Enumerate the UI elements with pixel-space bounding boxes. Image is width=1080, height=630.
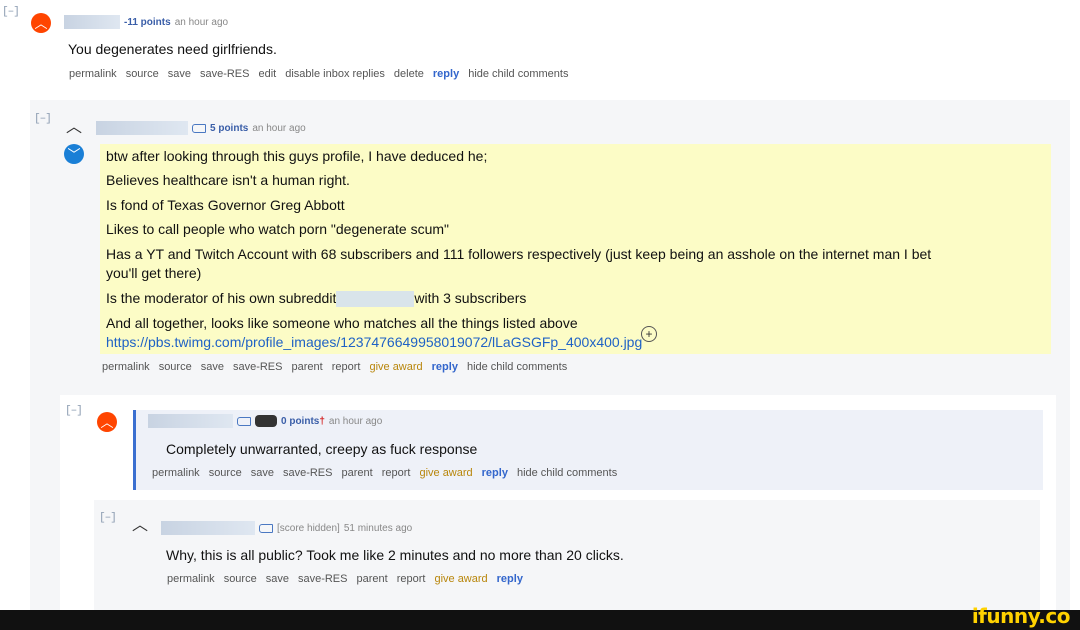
comment-score: [score hidden]	[277, 522, 340, 534]
comment-line: Is the moderator of his own subreddit wit…	[106, 286, 526, 310]
comment-score: -11 points	[124, 16, 171, 28]
collapse-toggle[interactable]: [–]	[65, 405, 83, 417]
comment-tagline: 0 points† an hour ago	[148, 414, 382, 428]
comment-tagline: -11 points an hour ago	[64, 15, 228, 29]
comment-score: 0 points†	[281, 415, 325, 427]
mod-line-suffix: with 3 subscribers	[414, 290, 527, 306]
comment-body: Why, this is all public? Took me like 2 …	[166, 547, 624, 563]
save-res-link[interactable]: save-RES	[298, 573, 348, 585]
hide-child-comments-link[interactable]: hide child comments	[468, 68, 568, 80]
permalink-link[interactable]: permalink	[167, 573, 215, 585]
comment-actions: permalink source save save-RES parent report g…	[102, 361, 567, 373]
comment-time: an hour ago	[252, 122, 306, 134]
comment-actions: permalink source save save-RES parent report g…	[167, 573, 523, 585]
source-link[interactable]: source	[159, 361, 192, 373]
report-link[interactable]: report	[332, 361, 361, 373]
comment-line: Has a YT and Twitch Account with 68 subs…	[106, 246, 932, 262]
comment-tagline: [score hidden] 51 minutes ago	[161, 521, 412, 535]
collapse-toggle[interactable]: [–]	[34, 113, 52, 125]
collapse-toggle[interactable]: [–]	[2, 6, 20, 18]
upvote-button[interactable]: ︿	[31, 13, 51, 33]
save-link[interactable]: save	[168, 68, 191, 80]
comment-line: you'll get there)	[106, 265, 202, 281]
parent-link[interactable]: parent	[342, 467, 373, 479]
downvote-button[interactable]: ﹀	[64, 144, 84, 164]
upvote-arrow-icon[interactable]: ︿	[66, 120, 82, 136]
parent-link[interactable]: parent	[357, 573, 388, 585]
redacted-subreddit	[336, 291, 415, 308]
save-link[interactable]: save	[251, 467, 274, 479]
username-redacted[interactable]	[96, 121, 188, 135]
comment-body: Completely unwarranted, creepy as fuck r…	[166, 441, 478, 457]
report-link[interactable]: report	[382, 467, 411, 479]
permalink-link[interactable]: permalink	[69, 68, 117, 80]
comment-time: 51 minutes ago	[343, 522, 413, 534]
comment-body: You degenerates need girlfriends.	[68, 41, 277, 57]
comment-actions: permalink source save save-RES edit disable i…	[69, 68, 568, 80]
report-link[interactable]: report	[397, 573, 426, 585]
delete-link[interactable]: delete	[394, 68, 424, 80]
expand-image-icon[interactable]: +	[641, 326, 657, 342]
reply-link[interactable]: reply	[482, 467, 508, 479]
save-res-link[interactable]: save-RES	[283, 467, 333, 479]
collapse-toggle[interactable]: [–]	[99, 512, 117, 524]
save-res-link[interactable]: save-RES	[200, 68, 250, 80]
watermark-bar	[0, 610, 1080, 630]
reply-link[interactable]: reply	[497, 573, 523, 585]
image-link[interactable]: https://pbs.twimg.com/profile_images/123…	[106, 330, 642, 354]
comment-time: an hour ago	[174, 16, 229, 28]
upvote-arrow-icon: ︿	[100, 414, 114, 430]
user-flair-icon	[255, 415, 277, 427]
mod-line-prefix: Is the moderator of his own subreddit	[106, 290, 337, 306]
downvote-arrow-icon: ﹀	[67, 146, 81, 162]
parent-link[interactable]: parent	[292, 361, 323, 373]
source-link[interactable]: source	[224, 573, 257, 585]
permalink-link[interactable]: permalink	[102, 361, 150, 373]
give-award-link[interactable]: give award	[369, 361, 422, 373]
edit-link[interactable]: edit	[259, 68, 277, 80]
disable-inbox-replies-link[interactable]: disable inbox replies	[285, 68, 385, 80]
hide-child-comments-link[interactable]: hide child comments	[517, 467, 617, 479]
username-redacted[interactable]	[161, 521, 255, 535]
ifunny-watermark: ifunny.co	[971, 604, 1071, 628]
give-award-link[interactable]: give award	[419, 467, 472, 479]
upvote-arrow-icon[interactable]: ︿	[132, 518, 148, 534]
comment-tagline: 5 points an hour ago	[96, 121, 306, 135]
hide-child-comments-link[interactable]: hide child comments	[467, 361, 567, 373]
comment-time: an hour ago	[328, 415, 383, 427]
comment-line: Is fond of Texas Governor Greg Abbott	[106, 197, 345, 213]
user-tag-icon[interactable]	[259, 523, 273, 533]
give-award-link[interactable]: give award	[434, 573, 487, 585]
user-tag-icon[interactable]	[192, 123, 206, 133]
comment-line: Likes to call people who watch porn "deg…	[106, 221, 450, 237]
comment-line: Believes healthcare isn't a human right.	[106, 172, 350, 188]
reply-link[interactable]: reply	[432, 361, 458, 373]
permalink-link[interactable]: permalink	[152, 467, 200, 479]
comment-score: 5 points	[210, 122, 249, 134]
source-link[interactable]: source	[126, 68, 159, 80]
save-link[interactable]: save	[266, 573, 289, 585]
comment-line: btw after looking through this guys prof…	[106, 148, 488, 164]
upvote-arrow-icon: ︿	[34, 15, 48, 31]
reply-link[interactable]: reply	[433, 68, 459, 80]
comment-actions: permalink source save save-RES parent report g…	[152, 467, 617, 479]
source-link[interactable]: source	[209, 467, 242, 479]
upvote-button[interactable]: ︿	[97, 412, 117, 432]
user-tag-icon[interactable]	[237, 416, 251, 426]
username-redacted[interactable]	[64, 15, 120, 29]
save-res-link[interactable]: save-RES	[233, 361, 283, 373]
username-redacted[interactable]	[148, 414, 233, 428]
save-link[interactable]: save	[201, 361, 224, 373]
